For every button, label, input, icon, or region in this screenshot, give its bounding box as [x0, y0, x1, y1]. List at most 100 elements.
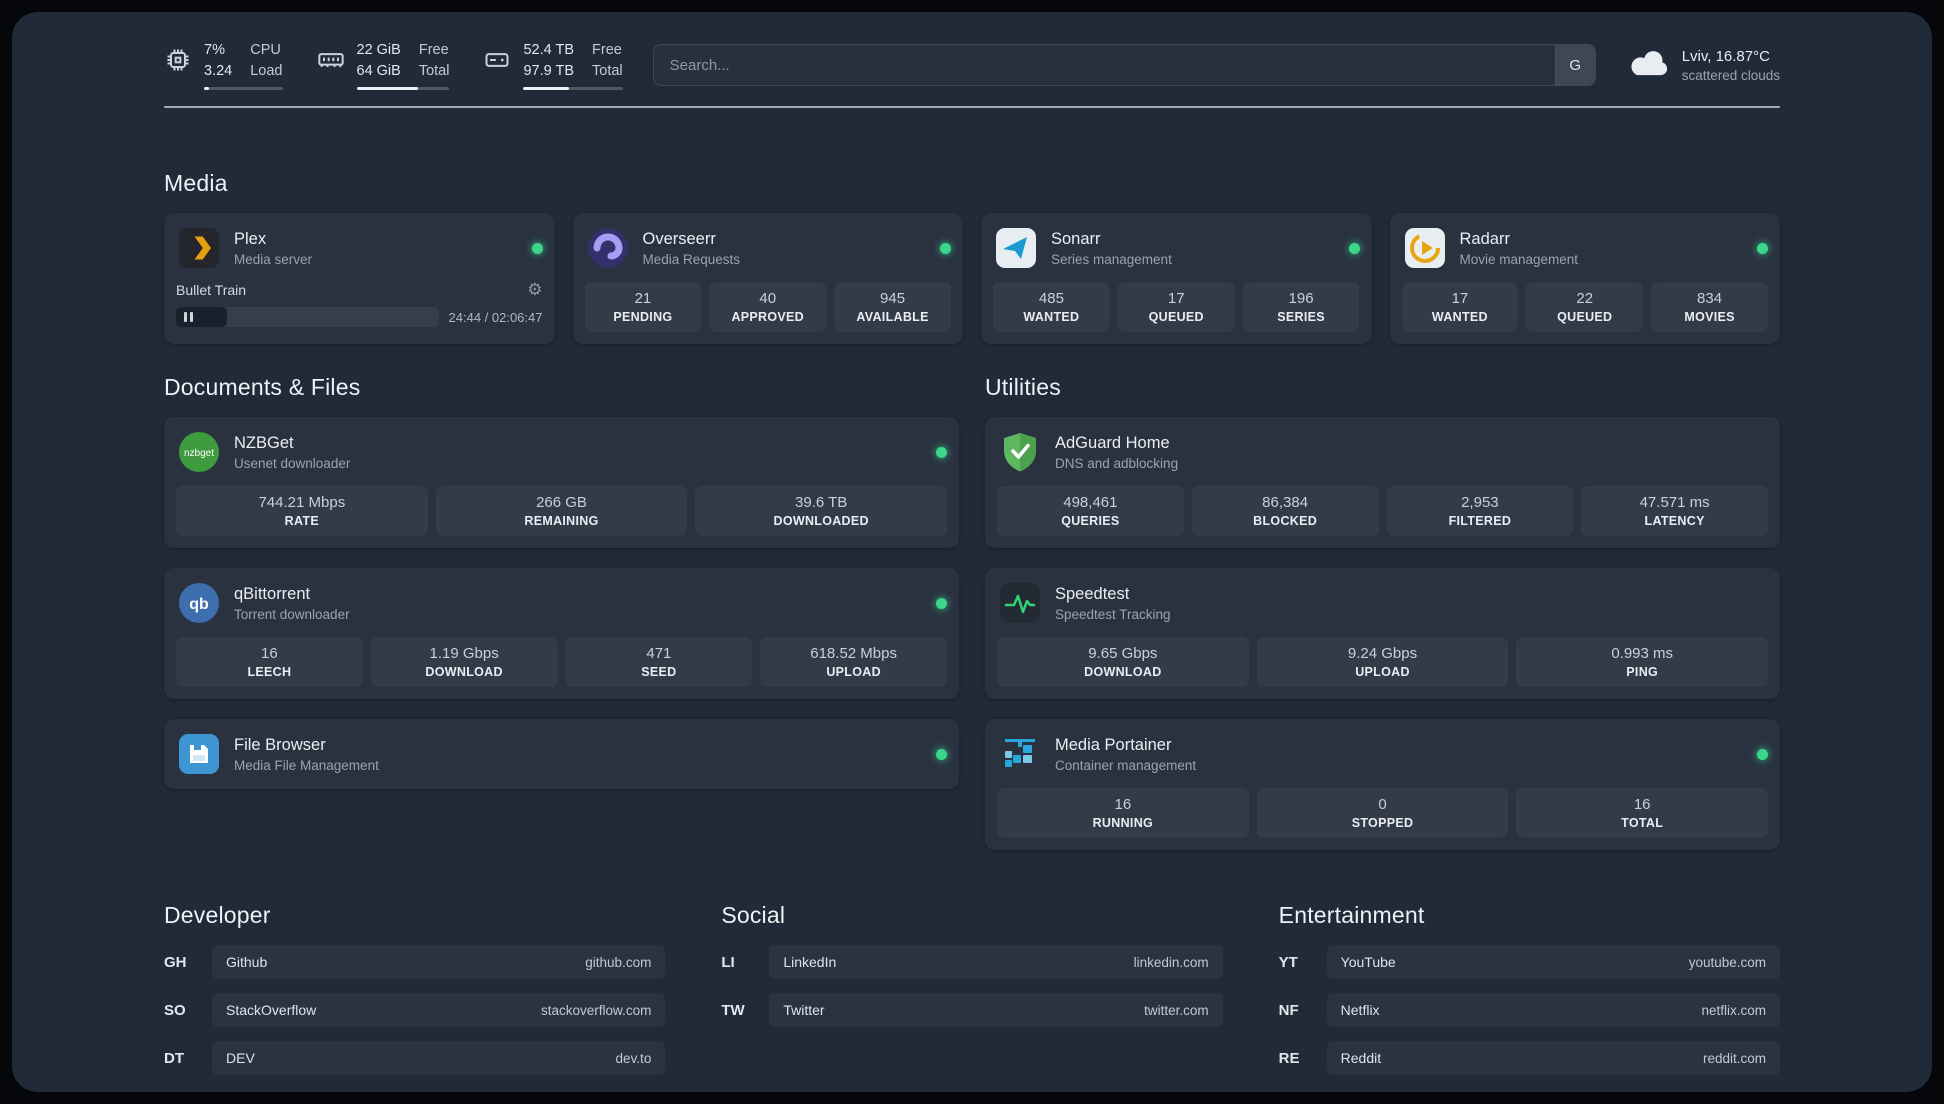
section-media: Media Plex Media server Bullet Train ⚙ 2…	[164, 170, 1780, 345]
status-dot	[531, 242, 543, 254]
resource-widgets: 7% 3.24 CPU Load 22 GiB 64 GiB Free Tota…	[164, 40, 623, 91]
service-description: Container management	[1055, 757, 1197, 773]
weather-widget: Lviv, 16.87°C scattered clouds	[1626, 48, 1780, 83]
service-card-overseerr[interactable]: Overseerr Media Requests 21 PENDING 40 A…	[572, 213, 963, 345]
service-description: Usenet downloader	[234, 455, 351, 471]
service-card-qbittorrent[interactable]: qb qBittorrent Torrent downloader 16 LEE…	[164, 568, 959, 700]
sonarr-icon	[993, 225, 1039, 271]
bookmark-group-developer: Developer GH Github github.com SO StackO…	[164, 902, 666, 1076]
bookmark-stackoverflow[interactable]: SO StackOverflow stackoverflow.com	[164, 993, 666, 1028]
stat-tile: 744.21 Mbps RATE	[176, 486, 428, 537]
pause-icon[interactable]	[184, 312, 193, 323]
radarr-icon	[1402, 225, 1448, 271]
speedtest-icon	[997, 580, 1043, 626]
bookmark-twitter[interactable]: TW Twitter twitter.com	[721, 993, 1223, 1028]
service-card-adguard[interactable]: AdGuard Home DNS and adblocking 498,461 …	[985, 417, 1780, 549]
stat-tile: 618.52 Mbps UPLOAD	[760, 637, 947, 688]
media-grid: Plex Media server Bullet Train ⚙ 24:44 /…	[164, 213, 1780, 345]
bookmark-abbr: GH	[164, 953, 187, 971]
service-name: Sonarr	[1051, 229, 1101, 248]
service-description: DNS and adblocking	[1055, 455, 1179, 471]
weather-location: Lviv, 16.87°C	[1681, 47, 1770, 65]
nzbget-icon: nzbget	[176, 429, 222, 475]
section-title-media: Media	[164, 170, 228, 197]
stat-tile: 16 LEECH	[176, 637, 363, 688]
service-card-speedtest[interactable]: Speedtest Speedtest Tracking 9.65 Gbps D…	[985, 568, 1780, 700]
service-card-nzbget[interactable]: nzbget NZBGet Usenet downloader 744.21 M…	[164, 417, 959, 549]
dashboard: 7% 3.24 CPU Load 22 GiB 64 GiB Free Tota…	[12, 12, 1932, 1092]
service-name: File Browser	[234, 735, 326, 754]
svg-text:qb: qb	[189, 596, 209, 613]
cpu-usage-value: 7%	[204, 42, 225, 58]
section-documents-files: Documents & Files nzbget NZBGet Usenet d…	[164, 374, 959, 850]
service-name: qBittorrent	[234, 584, 311, 603]
status-dot	[1757, 242, 1768, 254]
cpu-usage-label: CPU	[250, 42, 281, 58]
service-name: NZBGet	[234, 433, 294, 452]
stat-tile: 196 SERIES	[1242, 282, 1360, 333]
memory-progress-bar	[356, 87, 450, 91]
memory-total-value: 64 GiB	[356, 63, 401, 80]
stat-tile: 0 STOPPED	[1256, 788, 1509, 839]
stat-tile: 834 MOVIES	[1651, 282, 1768, 333]
now-playing-title: Bullet Train	[176, 281, 247, 298]
disk-free-value: 52.4 TB	[523, 42, 575, 58]
bookmark-linkedin[interactable]: LI LinkedIn linkedin.com	[721, 945, 1223, 980]
service-description: Speedtest Tracking	[1055, 606, 1171, 622]
adguard-icon	[997, 429, 1043, 475]
service-name: Media Portainer	[1055, 735, 1172, 754]
stat-tile: 471 SEED	[565, 637, 753, 688]
status-dot	[936, 597, 947, 609]
stat-tile: 86,384 BLOCKED	[1191, 486, 1379, 537]
memory-free-label: Free	[418, 42, 449, 58]
status-dot	[936, 446, 947, 458]
memory-icon	[317, 40, 345, 74]
bookmark-abbr: SO	[164, 1001, 186, 1019]
search-provider-button[interactable]: G	[1554, 45, 1595, 86]
section-title-social: Social	[721, 902, 786, 929]
bookmark-github[interactable]: GH Github github.com	[164, 945, 666, 980]
qbittorrent-icon: qb	[176, 580, 222, 626]
service-card-portainer[interactable]: Media Portainer Container management 16 …	[985, 719, 1780, 851]
topbar-divider	[164, 106, 1780, 109]
playback-progress-bar[interactable]	[176, 307, 439, 328]
section-title-utilities: Utilities	[985, 374, 1061, 401]
svg-text:nzbget: nzbget	[184, 448, 214, 459]
stat-tile: 2,953 FILTERED	[1386, 486, 1574, 537]
settings-gear-icon[interactable]: ⚙	[527, 281, 542, 298]
section-title-entertainment: Entertainment	[1278, 902, 1425, 929]
bookmark-netflix[interactable]: NF Netflix netflix.com	[1279, 993, 1780, 1028]
stat-tile: 17 QUEUED	[1117, 282, 1235, 333]
stat-tile: 0.993 ms PING	[1516, 637, 1769, 688]
service-card-radarr[interactable]: Radarr Movie management 17 WANTED 22 QUE…	[1389, 213, 1780, 345]
weather-condition: scattered clouds	[1681, 67, 1780, 83]
plex-now-playing: Bullet Train ⚙ 24:44 / 02:06:47	[176, 281, 543, 328]
service-card-filebrowser[interactable]: File Browser Media File Management	[164, 719, 959, 790]
status-dot	[940, 242, 951, 254]
bookmark-abbr: YT	[1278, 953, 1298, 971]
stat-tile: 485 WANTED	[993, 282, 1110, 333]
service-description: Movie management	[1459, 251, 1579, 267]
search-input[interactable]	[652, 44, 1596, 87]
section-title-documents: Documents & Files	[164, 374, 361, 401]
service-card-plex[interactable]: Plex Media server Bullet Train ⚙ 24:44 /…	[164, 213, 555, 345]
bookmark-reddit[interactable]: RE Reddit reddit.com	[1279, 1041, 1780, 1076]
service-card-sonarr[interactable]: Sonarr Series management 485 WANTED 17 Q…	[981, 213, 1372, 345]
service-name: Radarr	[1459, 229, 1510, 248]
filebrowser-icon	[176, 731, 222, 777]
disk-icon	[483, 40, 511, 74]
cloud-icon	[1626, 50, 1670, 80]
stat-tile: 21 PENDING	[584, 282, 702, 333]
disk-free-label: Free	[592, 42, 622, 58]
service-description: Media Requests	[642, 251, 741, 267]
overseerr-icon	[585, 225, 631, 271]
bookmark-youtube[interactable]: YT YouTube youtube.com	[1278, 945, 1780, 980]
stat-tile: 498,461 QUERIES	[997, 486, 1184, 537]
service-name: Overseerr	[642, 229, 716, 248]
bookmark-dev[interactable]: DT DEV dev.to	[164, 1041, 666, 1076]
bookmark-abbr: TW	[721, 1001, 745, 1019]
disk-total-value: 97.9 TB	[523, 63, 575, 80]
service-name: Plex	[234, 229, 267, 248]
playback-time: 24:44 / 02:06:47	[448, 309, 543, 325]
stat-tile: 16 TOTAL	[1516, 788, 1769, 839]
